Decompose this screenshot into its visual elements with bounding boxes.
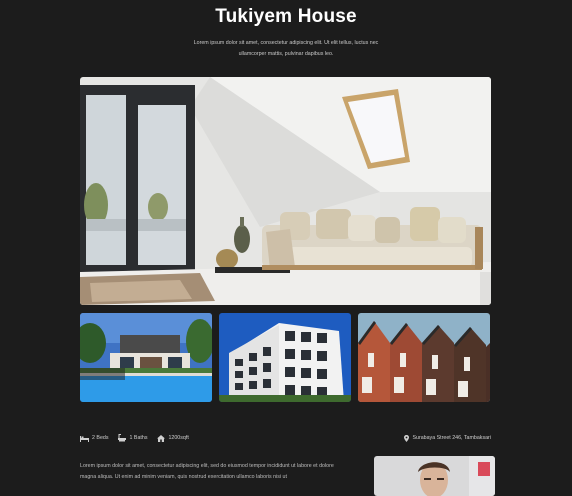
- feature-baths-label: 1 Baths: [129, 435, 148, 441]
- feature-beds: 2 Beds: [80, 434, 109, 442]
- hero-image[interactable]: [80, 77, 491, 305]
- property-location: Surabaya Street 246, Tambaksari: [404, 432, 491, 444]
- page-description: Lorem ipsum dolor sit amet, consectetur …: [193, 40, 379, 57]
- map-pin-icon: [404, 434, 410, 442]
- gallery-thumb-apartment[interactable]: [219, 313, 351, 402]
- feature-baths: 1 Baths: [118, 434, 148, 442]
- feature-area-label: 1200sqft: [168, 435, 189, 441]
- location-label: Surabaya Street 246, Tambaksari: [412, 435, 491, 441]
- property-details-text: Lorem ipsum dolor sit amet, consectetur …: [80, 463, 334, 480]
- property-features: 2 Beds 1 Baths 1200sqft: [80, 432, 198, 444]
- bed-icon: [80, 434, 89, 442]
- page-title: Tukiyem House: [215, 6, 357, 27]
- agent-photo: [374, 456, 495, 496]
- gallery-thumb-townhouses[interactable]: [358, 313, 490, 402]
- feature-beds-label: 2 Beds: [92, 435, 109, 441]
- feature-area: 1200sqft: [156, 434, 189, 442]
- gallery-thumb-villa[interactable]: [80, 313, 212, 402]
- bath-icon: [118, 434, 127, 442]
- home-icon: [156, 434, 165, 442]
